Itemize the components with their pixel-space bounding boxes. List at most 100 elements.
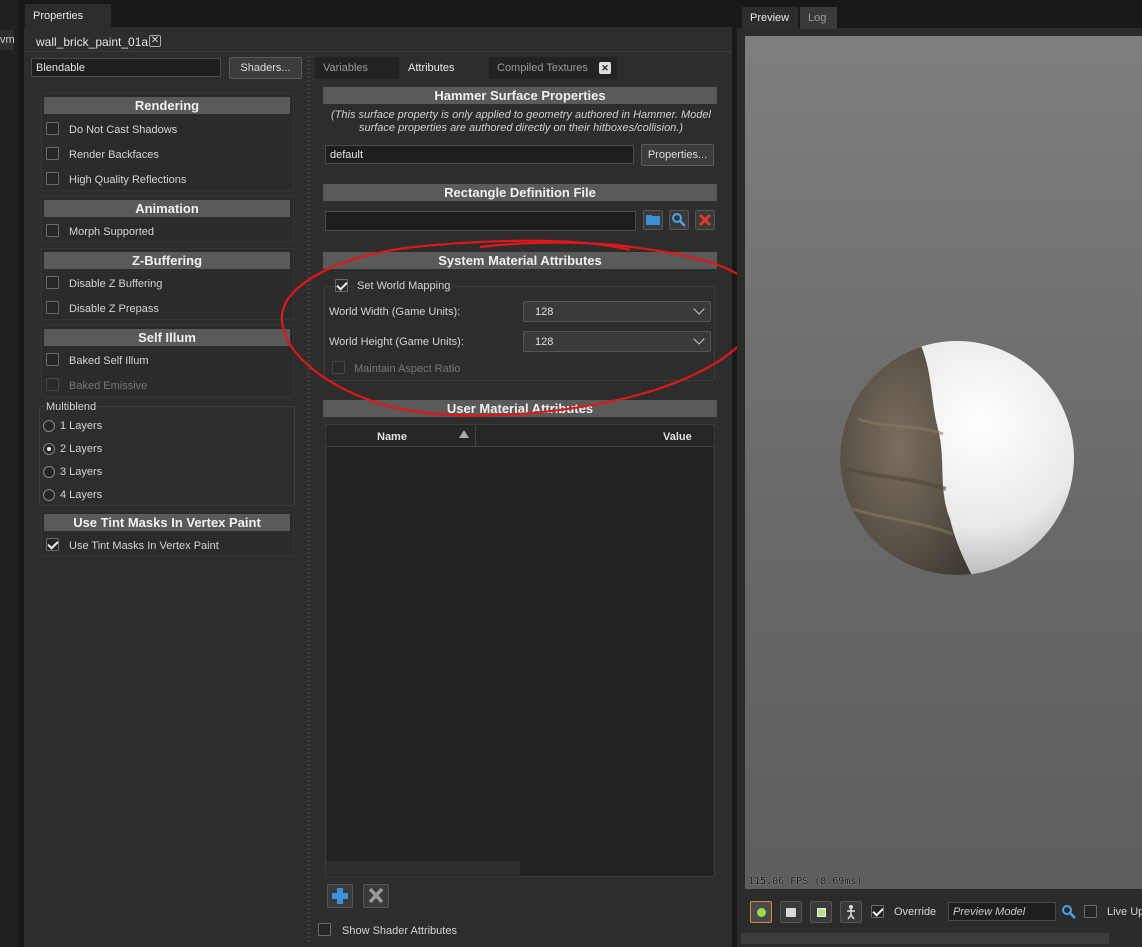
column-header-value[interactable]: Value [663, 431, 692, 443]
fps-readout: 115.06 FPS (8.69ms) [748, 876, 863, 887]
tint-header: Use Tint Masks In Vertex Paint [44, 514, 290, 531]
use-tint-masks-label: Use Tint Masks In Vertex Paint [69, 540, 219, 552]
tint-title: Use Tint Masks In Vertex Paint [73, 515, 261, 530]
hammer-title: Hammer Surface Properties [434, 88, 606, 103]
radio-2-layers[interactable] [43, 443, 55, 455]
radio-4-layers[interactable] [43, 489, 55, 501]
shader-field[interactable]: Blendable [31, 58, 221, 77]
do-not-cast-shadows-label: Do Not Cast Shadows [69, 124, 178, 136]
morph-supported-checkbox[interactable] [46, 224, 59, 237]
shaders-button[interactable]: Shaders... [229, 57, 302, 79]
surface-property-field[interactable]: default [325, 145, 634, 164]
left-edge-label: vm [0, 34, 14, 46]
left-edge-tab[interactable]: vm [0, 30, 14, 50]
rect-def-title: Rectangle Definition File [444, 185, 596, 200]
close-icon[interactable]: ✕ [149, 35, 161, 47]
shaders-button-label: Shaders... [240, 62, 291, 74]
rect-def-header: Rectangle Definition File [323, 184, 717, 201]
rendering-header: Rendering [44, 97, 290, 114]
clear-x-icon[interactable] [695, 210, 715, 230]
radio-3-layers[interactable] [43, 466, 55, 478]
use-tint-masks-checkbox[interactable] [46, 538, 59, 551]
render-backfaces-checkbox[interactable] [46, 147, 59, 160]
do-not-cast-shadows-checkbox[interactable] [46, 122, 59, 135]
tab-preview[interactable]: Preview [742, 7, 798, 29]
radio-1-layers[interactable] [43, 420, 55, 432]
sphere-mesh-icon[interactable] [750, 901, 772, 923]
tab-attributes-label: Attributes [408, 62, 455, 74]
hammer-header: Hammer Surface Properties [323, 87, 717, 104]
tab-variables-label: Variables [323, 62, 369, 74]
render-backfaces-label: Render Backfaces [69, 149, 159, 161]
properties-button[interactable]: Properties... [641, 144, 714, 166]
selfillum-title: Self Illum [138, 330, 196, 345]
panel-splitter[interactable] [307, 56, 311, 944]
table-hscrollbar[interactable] [326, 861, 520, 875]
zbuffering-header: Z-Buffering [44, 252, 290, 269]
folder-icon[interactable] [643, 210, 663, 230]
shader-field-value: Blendable [36, 62, 85, 74]
document-tab[interactable]: wall_brick_paint_01a ✕ [28, 31, 166, 52]
preview-hscrollbar[interactable] [741, 933, 1109, 944]
live-update-checkbox[interactable] [1084, 905, 1097, 918]
show-shader-attrs-label: Show Shader Attributes [342, 925, 457, 937]
baked-self-illum-checkbox[interactable] [46, 353, 59, 366]
radio-3-layers-label: 3 Layers [60, 466, 103, 478]
show-shader-attrs-checkbox[interactable] [318, 923, 331, 936]
disable-z-buffering-checkbox[interactable] [46, 276, 59, 289]
morph-supported-label: Morph Supported [69, 226, 154, 238]
radio-1-layers-label: 1 Layers [60, 420, 103, 432]
live-update-label: Live Up [1107, 906, 1142, 918]
high-quality-reflections-label: High Quality Reflections [69, 174, 187, 186]
tab-preview-label: Preview [750, 12, 790, 24]
selfillum-header: Self Illum [44, 329, 290, 346]
document-tab-label: wall_brick_paint_01a [36, 35, 149, 49]
rendering-title: Rendering [134, 98, 200, 113]
high-quality-reflections-checkbox[interactable] [46, 172, 59, 185]
baked-emissive-label: Baked Emissive [69, 380, 148, 392]
hammer-note-text: (This surface property is only applied t… [331, 109, 711, 134]
preview-toolbar [745, 895, 1142, 929]
baked-self-illum-label: Baked Self Illum [69, 355, 149, 367]
disable-z-buffering-label: Disable Z Buffering [69, 278, 163, 290]
browse-magnifier-icon[interactable] [669, 210, 689, 230]
preview-sphere [840, 341, 1074, 575]
cube-mesh-icon[interactable] [780, 901, 802, 923]
disable-z-prepass-checkbox[interactable] [46, 301, 59, 314]
left-edge-strip [0, 0, 18, 947]
tab-compiled-textures-label: Compiled Textures [497, 62, 588, 74]
document-tab-bar-line [24, 51, 732, 52]
tab-properties-label: Properties [33, 10, 84, 22]
add-attribute-icon[interactable] [327, 884, 353, 908]
close-icon[interactable]: ✕ [599, 62, 611, 74]
annotation-circle [280, 239, 760, 417]
multiblend-title: Multiblend [45, 401, 98, 413]
user-attrs-table[interactable] [325, 424, 715, 877]
tab-variables[interactable]: Variables [315, 57, 399, 79]
properties-button-label: Properties... [647, 149, 708, 161]
browse-magnifier-icon[interactable] [1060, 903, 1078, 921]
column-divider[interactable] [475, 426, 476, 446]
preview-model-field[interactable]: Preview Model [948, 902, 1056, 921]
surface-property-value: default [330, 149, 364, 161]
column-header-name[interactable]: Name [377, 431, 407, 443]
animation-title: Animation [135, 201, 199, 216]
preview-viewport[interactable]: 115.06 FPS (8.69ms) [745, 36, 1142, 889]
zbuffering-title: Z-Buffering [131, 253, 203, 268]
tab-attributes[interactable]: Attributes [400, 57, 486, 79]
remove-attribute-icon[interactable] [363, 884, 389, 908]
animation-header: Animation [44, 200, 290, 217]
radio-2-layers-label: 2 Layers [60, 443, 103, 455]
tab-compiled-textures[interactable]: Compiled Textures ✕ [489, 57, 617, 79]
override-label: Override [894, 906, 937, 918]
rect-def-field[interactable] [325, 211, 636, 231]
tab-properties[interactable]: Properties [25, 4, 111, 27]
hammer-note: (This surface property is only applied t… [326, 109, 716, 135]
sort-ascending-icon [459, 430, 469, 438]
override-checkbox[interactable] [871, 905, 884, 918]
plane-mesh-icon[interactable] [810, 901, 832, 923]
figure-mesh-icon[interactable] [840, 901, 862, 923]
radio-4-layers-label: 4 Layers [60, 489, 103, 501]
tab-log[interactable]: Log [800, 7, 837, 29]
tab-log-label: Log [808, 12, 827, 24]
